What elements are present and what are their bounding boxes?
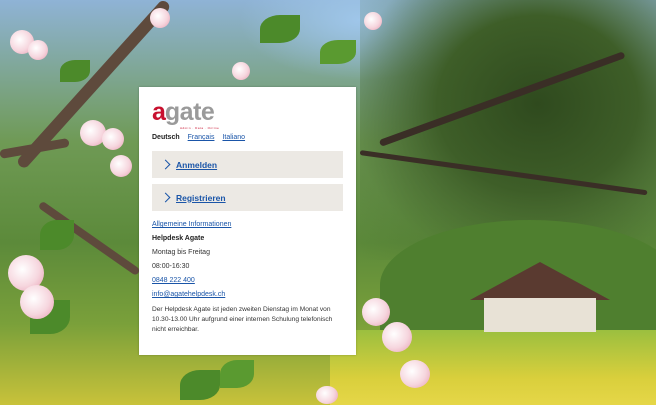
blossom [382,322,412,352]
leaf [180,370,220,400]
helpdesk-title: Helpdesk Agate [152,235,205,242]
blossom [316,386,338,404]
agate-logo: a gate [152,99,343,125]
blossom [400,360,430,388]
logo-wordmark: gate [164,98,215,126]
logo-letter-a: a [152,98,166,126]
blossom [362,298,390,326]
helpdesk-notice: Der Helpdesk Agate ist jeden zweiten Die… [152,306,333,333]
language-link-it[interactable]: Italiano [222,134,245,141]
leaf [320,40,356,64]
helpdesk-email-link[interactable]: info@agatehelpdesk.ch [152,291,343,298]
helpdesk-phone-link[interactable]: 0848 222 400 [152,277,343,284]
language-switcher: Deutsch Français Italiano [152,134,343,141]
chevron-right-icon [160,192,171,203]
leaf [260,15,300,43]
register-button[interactable]: Registrieren [152,184,343,211]
helpdesk-days: Montag bis Freitag [152,249,210,256]
login-button[interactable]: Anmelden [152,151,343,178]
farmhouse [470,262,610,332]
blossom [110,155,132,177]
chevron-right-icon [160,159,171,170]
leaf [60,60,90,82]
general-info-link[interactable]: Allgemeine Informationen [152,221,343,228]
language-current: Deutsch [152,134,180,141]
blossom [20,285,54,319]
farmhouse-wall [484,298,596,332]
login-label: Anmelden [176,159,218,170]
helpdesk-hours: 08:00-16:30 [152,263,190,270]
leaf [40,220,74,250]
blossom [28,40,48,60]
meadow [330,330,656,405]
farmhouse-roof [470,262,610,300]
blossom [364,12,382,30]
blossom [102,128,124,150]
logo-tagline: Admin · Data · Online [180,126,220,130]
login-card: a gate Admin · Data · Online Deutsch Fran… [139,87,356,355]
blossom [232,62,250,80]
blossom [150,8,170,28]
register-label: Registrieren [176,192,226,203]
language-link-fr[interactable]: Français [188,134,215,141]
leaf [220,360,254,388]
